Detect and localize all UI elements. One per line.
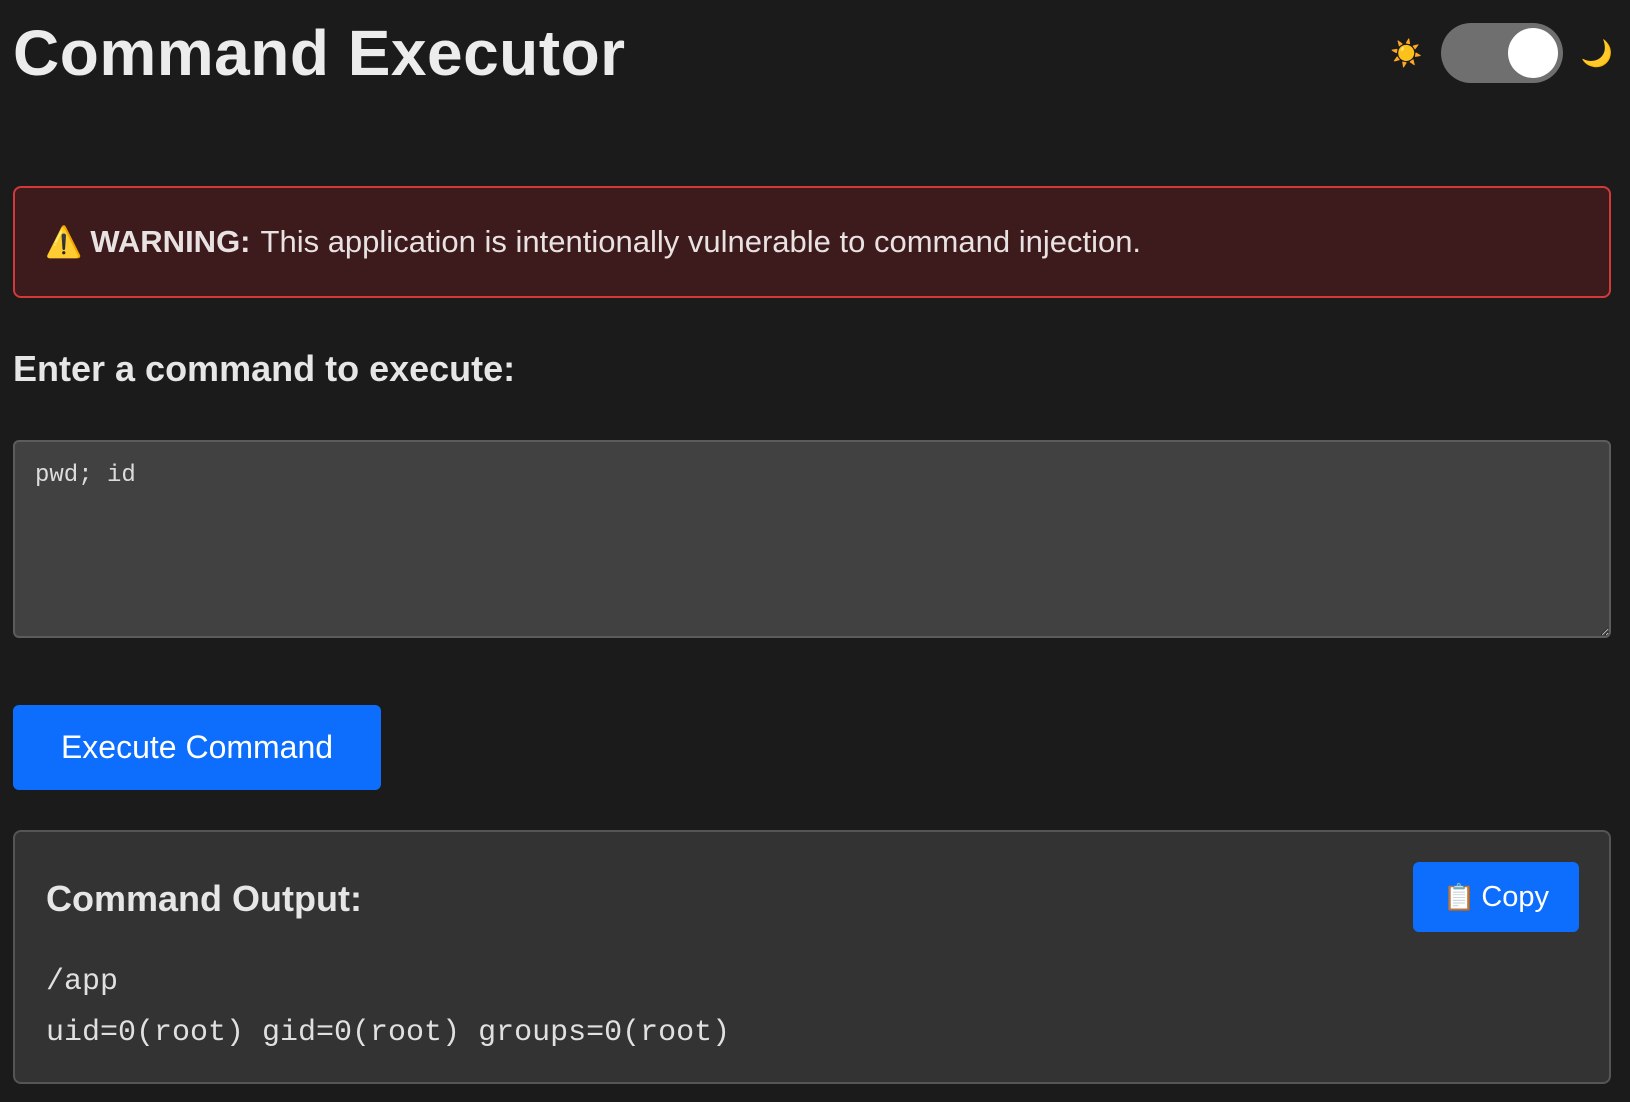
page-title: Command Executor bbox=[13, 17, 626, 89]
output-panel: Command Output: 📋 Copy /app uid=0(root) … bbox=[13, 830, 1611, 1084]
warning-icon: ⚠️ bbox=[45, 225, 83, 259]
clipboard-icon: 📋 bbox=[1442, 881, 1476, 912]
copy-button[interactable]: 📋 Copy bbox=[1413, 862, 1579, 932]
header: Command Executor ☀️ 🌙 bbox=[13, 8, 1613, 98]
output-title: Command Output: bbox=[46, 878, 362, 919]
output-line: /app bbox=[46, 965, 119, 999]
warning-banner: ⚠️ WARNING: This application is intentio… bbox=[13, 186, 1611, 298]
command-input[interactable]: pwd; id bbox=[13, 440, 1611, 638]
moon-icon: 🌙 bbox=[1580, 38, 1613, 68]
output-line: uid=0(root) gid=0(root) groups=0(root) bbox=[46, 1016, 731, 1050]
theme-toggle[interactable]: ☀️ 🌙 bbox=[1390, 22, 1613, 84]
warning-message: This application is intentionally vulner… bbox=[260, 224, 1142, 259]
theme-switch[interactable] bbox=[1440, 23, 1563, 83]
theme-switch-knob[interactable] bbox=[1507, 28, 1558, 78]
output-text: /app uid=0(root) gid=0(root) groups=0(ro… bbox=[46, 957, 730, 1059]
execute-command-button[interactable]: Execute Command bbox=[13, 705, 381, 790]
sun-icon: ☀️ bbox=[1390, 38, 1423, 68]
copy-button-label: Copy bbox=[1481, 880, 1550, 913]
warning-label: WARNING: bbox=[90, 224, 251, 259]
command-prompt-label: Enter a command to execute: bbox=[13, 348, 516, 389]
